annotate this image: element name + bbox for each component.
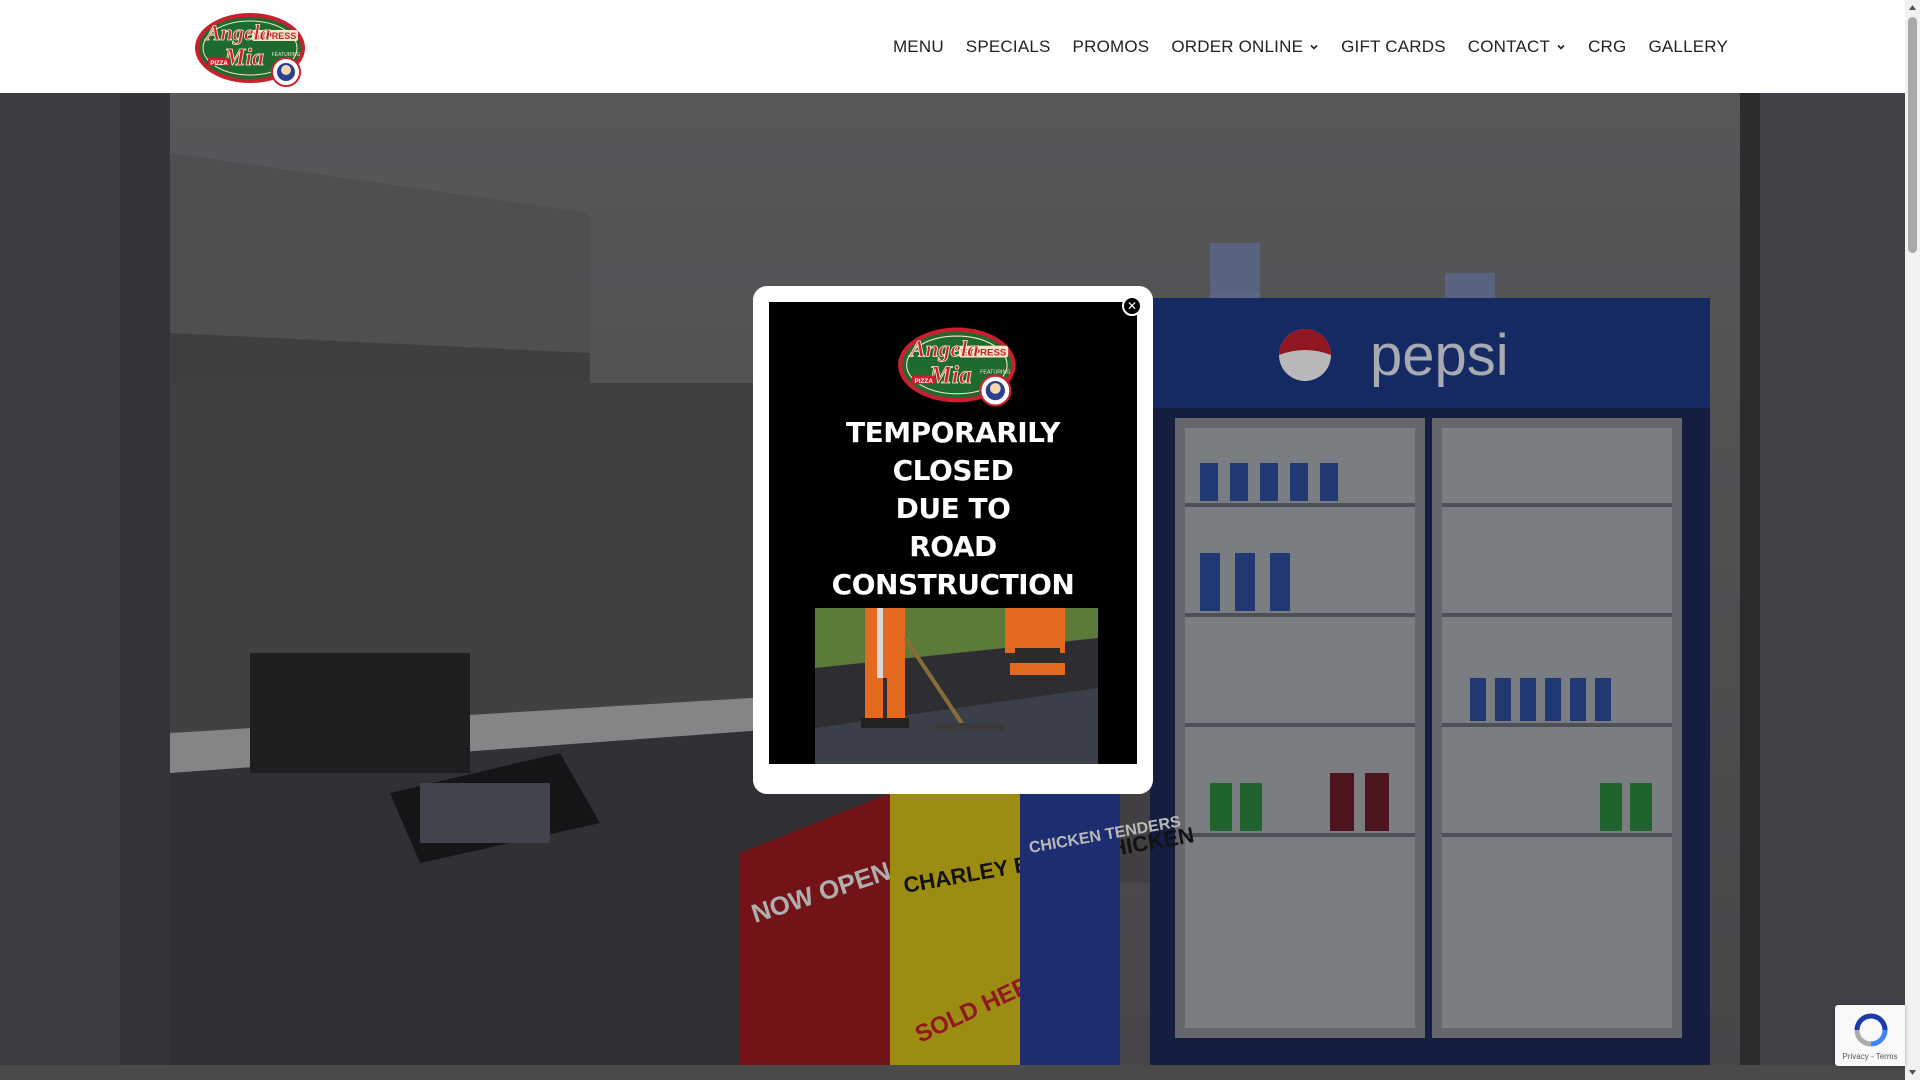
logo-sub-text: PIZZA: [210, 61, 228, 67]
closure-line: ROAD: [909, 530, 997, 563]
nav-item-specials[interactable]: SPECIALS: [966, 37, 1051, 57]
closure-popup: EXPRESS Angela Mia PIZZA FEATURING TEMPO…: [753, 286, 1153, 794]
popup-logo-line1: Angela: [908, 336, 979, 362]
popup-content: EXPRESS Angela Mia PIZZA FEATURING TEMPO…: [769, 302, 1137, 764]
recaptcha-badge[interactable]: Privacy - Terms: [1835, 1005, 1905, 1066]
nav-item-contact[interactable]: CONTACT: [1468, 37, 1566, 57]
nav-item-label: CRG: [1588, 36, 1627, 56]
nav-item-label: GALLERY: [1648, 36, 1728, 56]
closure-line: DUE TO: [895, 492, 1011, 525]
road-construction-image: [815, 608, 1098, 764]
recaptcha-icon: [1854, 1013, 1888, 1047]
nav-item-label: ORDER ONLINE: [1171, 36, 1304, 56]
logo-line1: Angela: [204, 20, 271, 45]
nav-item-crg[interactable]: CRG: [1588, 37, 1626, 57]
recaptcha-links[interactable]: Privacy - Terms: [1835, 1052, 1905, 1061]
scroll-thumb[interactable]: [1908, 17, 1917, 253]
close-icon[interactable]: ✕: [1122, 296, 1142, 316]
scroll-up-arrow-icon[interactable]: [1908, 3, 1917, 12]
nav-item-gallery[interactable]: GALLERY: [1648, 37, 1728, 57]
page-scrollbar[interactable]: [1905, 0, 1920, 1080]
nav-item-gift-cards[interactable]: GIFT CARDS: [1341, 37, 1446, 57]
nav-item-label: GIFT CARDS: [1341, 36, 1446, 56]
closure-line: CONSTRUCTION: [831, 568, 1075, 601]
nav-item-menu[interactable]: MENU: [893, 37, 944, 57]
closure-message: TEMPORARILY CLOSED DUE TO ROAD CONSTRUCT…: [769, 414, 1137, 604]
nav-item-label: SPECIALS: [965, 36, 1051, 56]
nav-item-promos[interactable]: PROMOS: [1073, 37, 1150, 57]
closure-line: TEMPORARILY: [846, 416, 1060, 449]
site-logo[interactable]: EXPRESS Angela Mia PIZZA FEATURING: [194, 10, 310, 88]
site-header: EXPRESS Angela Mia PIZZA FEATURING MENU …: [0, 0, 1905, 93]
nav-item-label: PROMOS: [1072, 36, 1150, 56]
popup-logo-sub: PIZZA: [914, 378, 933, 385]
bottom-strip: [0, 1065, 1905, 1080]
popup-logo-line2: Mia: [928, 360, 972, 389]
logo-graphic: EXPRESS Angela Mia PIZZA FEATURING: [195, 13, 305, 87]
nav-item-label: CONTACT: [1467, 36, 1551, 56]
closure-line: CLOSED: [892, 454, 1014, 487]
chevron-down-icon: [1557, 44, 1565, 50]
main-nav: MENU SPECIALS PROMOS ORDER ONLINE GIFT C…: [871, 0, 1728, 93]
nav-item-order-online[interactable]: ORDER ONLINE: [1171, 37, 1319, 57]
chevron-down-icon: [1310, 44, 1318, 50]
popup-logo: EXPRESS Angela Mia PIZZA FEATURING: [898, 327, 1016, 407]
nav-item-label: MENU: [892, 36, 944, 56]
scroll-down-arrow-icon[interactable]: [1908, 1068, 1917, 1077]
